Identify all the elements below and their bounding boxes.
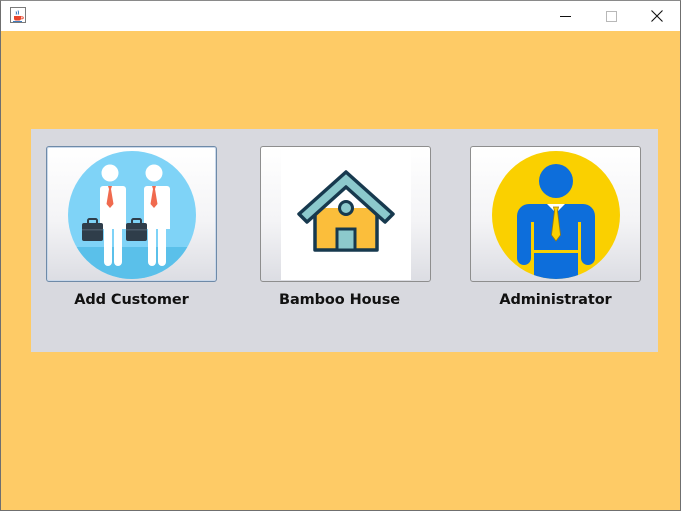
administrator-icon xyxy=(492,151,620,279)
title-bar[interactable] xyxy=(1,1,680,31)
bamboo-house-label: Bamboo House xyxy=(279,292,400,308)
close-icon xyxy=(651,7,663,26)
minimize-icon xyxy=(559,7,571,26)
administrator-label: Administrator xyxy=(499,292,612,308)
administrator-button[interactable] xyxy=(470,146,641,282)
maximize-icon xyxy=(605,7,617,26)
bamboo-house-button[interactable] xyxy=(260,146,431,282)
add-customer-label: Add Customer xyxy=(74,292,189,308)
application-window: Add Customer Bamboo House Administrator xyxy=(0,0,681,511)
java-cup-icon xyxy=(10,7,26,23)
minimize-button[interactable] xyxy=(542,1,588,31)
business-people-icon xyxy=(68,151,196,279)
menu-panel: Add Customer Bamboo House Administrator xyxy=(31,129,658,352)
house-icon xyxy=(281,150,411,280)
maximize-button[interactable] xyxy=(588,1,634,31)
add-customer-button[interactable] xyxy=(46,146,217,282)
close-button[interactable] xyxy=(634,1,680,31)
content-area: Add Customer Bamboo House Administrator xyxy=(1,31,680,510)
